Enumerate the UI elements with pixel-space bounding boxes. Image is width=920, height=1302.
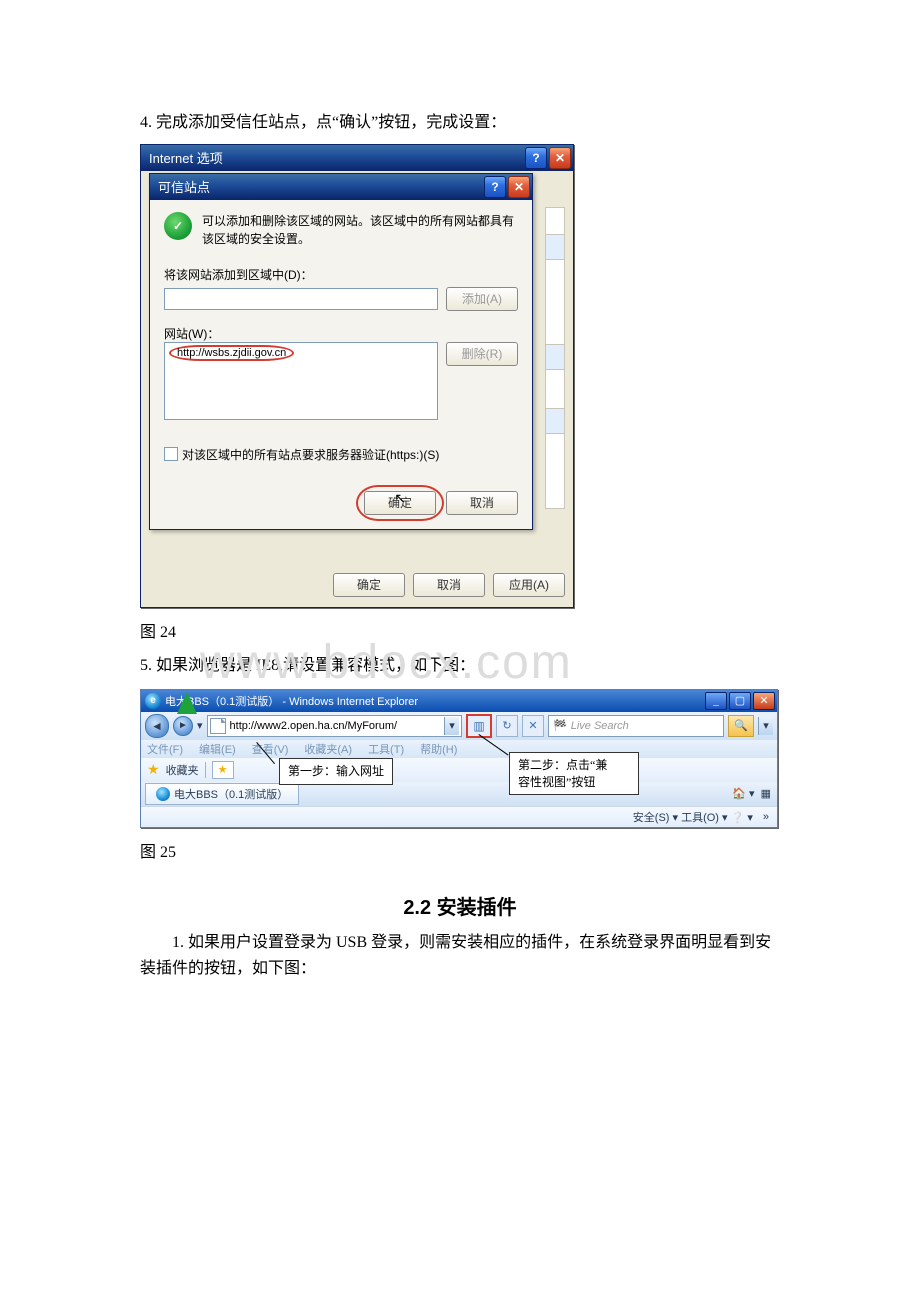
figure-25-caption: 图 25 — [140, 840, 780, 866]
io-cancel-button[interactable]: 取消 — [413, 573, 485, 597]
callout-step1: 第一步：输入网址 — [279, 758, 393, 785]
trusted-sites-dialog: 可信站点 ? ✕ ✓ 可以添加和删除该区域的网站。该区域中的所有网站都具有该区域… — [149, 173, 533, 530]
ts-help-button[interactable]: ? — [484, 176, 506, 198]
add-favorite-button[interactable]: ★ — [212, 761, 234, 779]
forward-button[interactable]: ► — [173, 716, 193, 736]
ts-title: 可信站点 — [158, 177, 482, 196]
ts-cancel-button[interactable]: 取消 — [446, 491, 518, 515]
page-icon — [210, 718, 226, 734]
ts-titlebar: 可信站点 ? ✕ — [150, 174, 532, 200]
step-4-text: 4. 完成添加受信任站点，点“确认”按钮，完成设置： — [140, 110, 780, 136]
ie8-minimize-button[interactable]: _ — [705, 692, 727, 710]
ie8-status-more[interactable]: » — [763, 811, 769, 823]
ie8-menu-bar: 文件(F) 编辑(E) 查看(V) 收藏夹(A) 工具(T) 帮助(H) — [141, 740, 777, 758]
callout-step2: 第二步：点击“兼 容性视图”按钮 — [509, 752, 639, 796]
favorites-star-icon[interactable]: ★ — [147, 761, 160, 778]
ts-listed-url[interactable]: http://wsbs.zjdii.gov.cn — [169, 345, 294, 361]
ie8-titlebar: e 电大BBS（0.1测试版） - Windows Internet Explo… — [141, 690, 777, 712]
ie8-close-button[interactable]: ✕ — [753, 692, 775, 710]
io-close-button[interactable]: ✕ — [549, 147, 571, 169]
section-2-2-para1: 1. 如果用户设置登录为 USB 登录，则需安装相应的插件，在系统登录界面明显看… — [108, 930, 780, 981]
ts-add-label: 将该网站添加到区域中(D)： — [164, 266, 518, 283]
ie8-nav-bar: ◄ ► ▾ http://www2.open.ha.cn/MyForum/ ▾ … — [141, 712, 777, 740]
ts-add-button[interactable]: 添加(A) — [446, 287, 518, 311]
ie-logo-icon: e — [145, 693, 161, 709]
stop-button[interactable]: ✕ — [522, 715, 544, 737]
io-help-button[interactable]: ? — [525, 147, 547, 169]
io-title: Internet 选项 — [149, 148, 523, 167]
cursor-icon: ↖ — [394, 490, 406, 507]
ts-sites-label: 网站(W)： — [164, 325, 518, 342]
search-placeholder: Live Search — [571, 720, 629, 732]
address-url: http://www2.open.ha.cn/MyForum/ — [230, 720, 440, 732]
ts-close-button[interactable]: ✕ — [508, 176, 530, 198]
ie8-status-bar: 安全(S) ▾ 工具(O) ▾ ❔ ▾ » — [141, 806, 777, 827]
refresh-button[interactable]: ↻ — [496, 715, 518, 737]
address-dropdown[interactable]: ▾ — [444, 717, 459, 735]
search-box[interactable]: 🏁 Live Search — [548, 715, 724, 737]
ie8-cmdbar-home[interactable]: 🏠 ▾ ▦ — [732, 787, 777, 800]
ie8-tab-label: 电大BBS（0.1测试版） — [174, 786, 288, 802]
menu-edit[interactable]: 编辑(E) — [199, 741, 236, 757]
ie8-status-right[interactable]: 安全(S) ▾ 工具(O) ▾ ❔ ▾ — [633, 809, 753, 825]
ts-sites-list[interactable]: http://wsbs.zjdii.gov.cn — [164, 342, 438, 420]
io-background-strip — [545, 207, 565, 509]
menu-help[interactable]: 帮助(H) — [420, 741, 457, 757]
ie8-maximize-button[interactable]: ▢ — [729, 692, 751, 710]
io-ok-button[interactable]: 确定 — [333, 573, 405, 597]
ts-description: 可以添加和删除该区域的网站。该区域中的所有网站都具有该区域的安全设置。 — [202, 212, 518, 248]
ie8-favorites-bar: ★ 收藏夹 ★ — [141, 758, 777, 782]
io-apply-button[interactable]: 应用(A) — [493, 573, 565, 597]
green-arrow-icon — [177, 692, 197, 714]
step-5-text: 5. 如果浏览器是 IE8,请设置兼容模式，如下图： — [140, 653, 780, 679]
ie8-tab[interactable]: 电大BBS（0.1测试版） — [145, 783, 299, 805]
section-2-2-heading: 2.2 安装插件 — [140, 891, 780, 920]
menu-tools[interactable]: 工具(T) — [368, 741, 404, 757]
ts-add-input[interactable] — [164, 288, 438, 310]
address-bar[interactable]: http://www2.open.ha.cn/MyForum/ ▾ — [207, 715, 462, 737]
menu-file[interactable]: 文件(F) — [147, 741, 183, 757]
ts-https-label: 对该区域中的所有站点要求服务器验证(https:)(S) — [182, 446, 439, 463]
ie8-window: e 电大BBS（0.1测试版） - Windows Internet Explo… — [140, 689, 778, 828]
ts-remove-button[interactable]: 删除(R) — [446, 342, 518, 366]
back-button[interactable]: ◄ — [145, 714, 169, 738]
ie8-tab-strip: 电大BBS（0.1测试版） 🏠 ▾ ▦ — [141, 782, 777, 806]
ts-https-checkbox[interactable] — [164, 447, 178, 461]
favorites-label[interactable]: 收藏夹 — [166, 762, 199, 778]
search-dropdown[interactable]: ▾ — [758, 717, 773, 735]
io-titlebar: Internet 选项 ? ✕ — [141, 145, 573, 171]
internet-options-dialog: Internet 选项 ? ✕ 可信站点 ? ✕ ✓ 可以添 — [140, 144, 574, 608]
menu-fav[interactable]: 收藏夹(A) — [304, 741, 352, 757]
figure-24-caption: 图 24 — [140, 620, 780, 646]
search-go-button[interactable]: 🔍 — [728, 715, 754, 737]
tab-favicon — [156, 787, 170, 801]
trusted-zone-icon: ✓ — [164, 212, 192, 240]
ie8-title-text: 电大BBS（0.1测试版） - Windows Internet Explore… — [165, 693, 703, 709]
live-search-icon: 🏁 — [553, 719, 567, 732]
